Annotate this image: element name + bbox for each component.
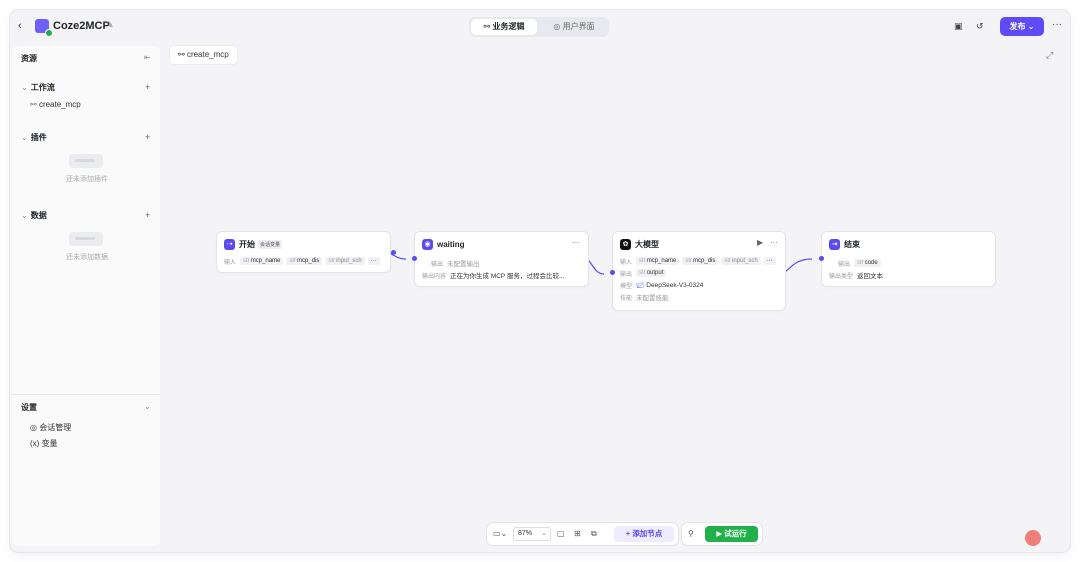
deepseek-icon: 🐋︎	[636, 282, 645, 289]
app-icon	[35, 19, 53, 37]
param-chip: strmcp_dis	[682, 257, 719, 265]
sidebar-item-create-mcp[interactable]: ⚯ create_mcp	[30, 100, 81, 109]
edit-icon[interactable]: ✎	[106, 20, 114, 31]
chat-icon: ◎	[30, 423, 37, 432]
variable-icon: (x)	[30, 439, 40, 448]
tab-create-mcp[interactable]: ⚯ create_mcp	[170, 46, 237, 64]
input-port[interactable]	[412, 256, 417, 261]
back-icon[interactable]: ‹	[18, 20, 22, 32]
debug-icon[interactable]: ⚲	[688, 529, 694, 538]
param-chip: strinput_sch	[721, 257, 761, 265]
chevron-down-icon: ⌄	[21, 133, 28, 142]
input-port[interactable]	[610, 270, 615, 275]
published-check-icon	[45, 29, 53, 37]
run-node-icon[interactable]: ▶	[757, 238, 763, 247]
add-plugin-button[interactable]: +	[145, 132, 150, 142]
node-title: 开始	[239, 239, 255, 249]
chevron-down-icon: ⌄	[21, 83, 28, 92]
node-more-icon[interactable]: ···	[770, 238, 778, 247]
chevron-down-icon: ⌄	[541, 530, 547, 537]
output-port[interactable]	[391, 250, 396, 255]
add-node-button[interactable]: + 添加节点	[614, 526, 674, 542]
test-run-button[interactable]: ▶ 试运行	[705, 526, 758, 542]
empty-plugin-illustration	[69, 154, 103, 168]
collapse-sidebar-icon[interactable]: ⇤	[144, 53, 151, 62]
run-toolbar: ⚲ ▶ 试运行	[682, 523, 762, 545]
divider	[12, 394, 160, 395]
zoom-select[interactable]: 87% ⌄	[513, 527, 551, 541]
section-data[interactable]: ⌄ 数据	[21, 210, 47, 221]
more-params-icon: ···	[763, 257, 776, 265]
mode-switch: ⚯ 业务逻辑 ◎ 用户界面	[469, 17, 609, 37]
section-workflow[interactable]: ⌄ 工作流	[21, 82, 55, 93]
fullscreen-icon[interactable]: ⤢	[1046, 50, 1053, 61]
input-port[interactable]	[819, 256, 824, 261]
settings-item-variables[interactable]: (x) 变量	[30, 438, 58, 449]
section-plugin[interactable]: ⌄ 插件	[21, 132, 47, 143]
workflow-canvas[interactable]: ⚯ create_mcp ⤢ ⇢ 开始 会话变量 输入 strmcp_name …	[166, 46, 1070, 552]
settings-item-session[interactable]: ◎ 会话管理	[30, 422, 71, 433]
app-window: ‹ Coze2MCP ✎ ⚯ 业务逻辑 ◎ 用户界面 ▣ ↺ 发布 ⌄ ··· …	[10, 10, 1070, 552]
minimap-icon[interactable]: ▭⌄	[493, 529, 507, 538]
more-params-icon: ···	[367, 257, 380, 265]
empty-plugin-text: 还未添加插件	[66, 176, 108, 183]
param-chip: strinput_sch	[325, 257, 365, 265]
add-data-button[interactable]: +	[145, 210, 150, 220]
start-icon: ⇢	[224, 238, 235, 250]
node-tag: 会话变量	[258, 239, 283, 249]
node-title: 结束	[844, 239, 860, 249]
node-waiting[interactable]: ◉ waiting ··· 输出 未配置输出 输出内容 正在为你生成 MCP 服…	[412, 232, 588, 286]
model-icon: ✿	[620, 238, 631, 250]
briefcase-icon[interactable]: ▣	[954, 21, 963, 32]
empty-data-illustration	[69, 232, 103, 246]
assistant-avatar[interactable]	[1025, 530, 1041, 546]
node-start[interactable]: ⇢ 开始 会话变量 输入 strmcp_name strmcp_dis stri…	[217, 232, 396, 272]
node-more-icon[interactable]: ···	[572, 238, 580, 247]
image-icon[interactable]: ⧉	[591, 529, 597, 539]
settings-title: 设置	[21, 403, 37, 412]
publish-button[interactable]: 发布 ⌄	[1000, 17, 1044, 36]
workflow-icon: ⚯	[30, 100, 37, 109]
top-bar: ‹ Coze2MCP ✎ ⚯ 业务逻辑 ◎ 用户界面 ▣ ↺ 发布 ⌄ ···	[10, 10, 1070, 46]
node-end[interactable]: ⇥ 结束 输出 strcode 输出类型 返回文本	[819, 232, 995, 286]
more-icon[interactable]: ···	[1052, 19, 1062, 30]
app-title: Coze2MCP	[53, 20, 110, 32]
param-chip: strmcp_name	[636, 257, 680, 265]
layout-icon[interactable]: ⊞	[574, 529, 581, 538]
param-chip: strcode	[854, 259, 881, 267]
history-icon[interactable]: ↺	[976, 21, 984, 32]
add-workflow-button[interactable]: +	[145, 82, 150, 92]
chevron-down-icon[interactable]: ⌄	[144, 402, 151, 411]
empty-data-text: 还未添加数据	[66, 254, 108, 261]
sidebar-header: 资源	[21, 54, 37, 63]
message-icon: ◉	[422, 238, 433, 250]
canvas-toolbar: ▭⌄ 87% ⌄ ▢ ⊞ ⧉ + 添加节点	[487, 523, 678, 545]
workflow-icon: ⚯	[178, 50, 185, 59]
node-title: 大模型	[635, 239, 659, 249]
tab-user-interface[interactable]: ◎ 用户界面	[543, 19, 605, 35]
param-chip: strmcp_dis	[286, 257, 323, 265]
comment-icon[interactable]: ▢	[557, 529, 565, 538]
node-llm[interactable]: ✿ 大模型 ▶ ··· 输入 strmcp_name strmcp_dis st…	[610, 232, 785, 310]
end-icon: ⇥	[829, 238, 840, 250]
resource-sidebar: 资源 ⇤ ⌄ 工作流 + ⚯ create_mcp ⌄ 插件 + 还未添加插件 ⌄ 数…	[12, 46, 160, 546]
param-chip: stroutput	[636, 269, 667, 277]
chevron-down-icon: ⌄	[21, 211, 28, 220]
node-title: waiting	[437, 239, 465, 249]
param-chip: strmcp_name	[240, 257, 284, 265]
tab-business-logic[interactable]: ⚯ 业务逻辑	[471, 19, 537, 35]
